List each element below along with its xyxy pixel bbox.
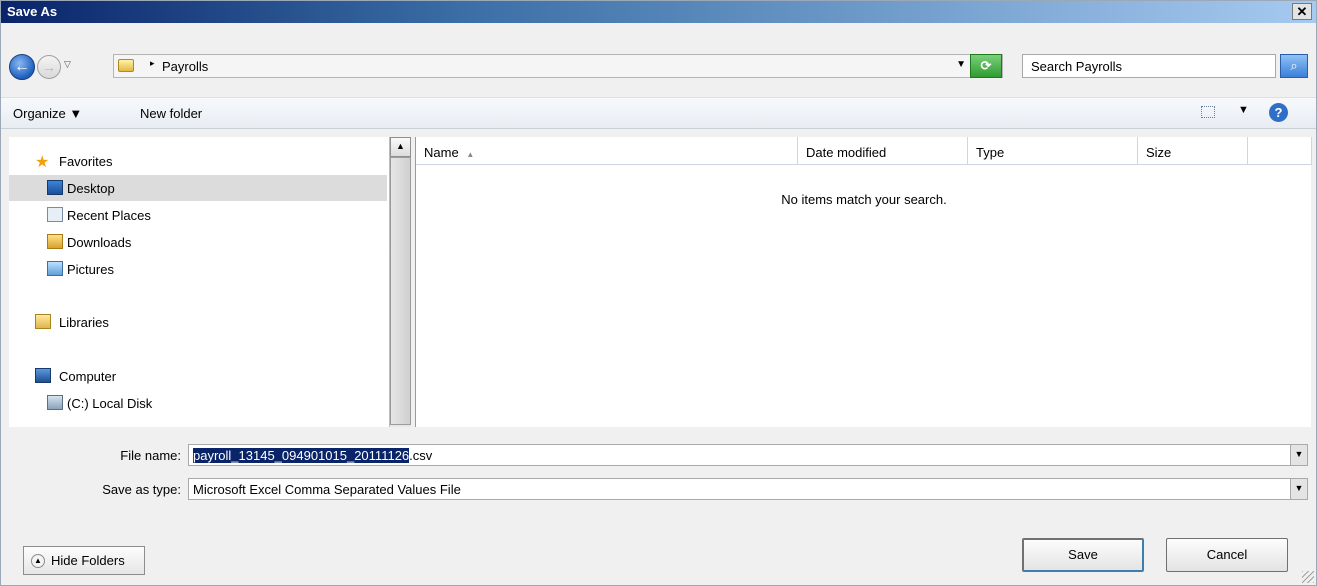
save-type-value: Microsoft Excel Comma Separated Values F…	[193, 482, 461, 497]
nav-item-libraries[interactable]: Libraries	[9, 309, 387, 335]
recent-pages-dropdown-icon[interactable]: ▽	[64, 59, 71, 70]
window-title: Save As	[7, 4, 58, 19]
local-disk-label: (C:) Local Disk	[67, 396, 153, 411]
computer-icon	[35, 368, 51, 383]
recent-places-icon	[47, 207, 63, 222]
computer-label: Computer	[59, 369, 117, 384]
close-button[interactable]: ✕	[1292, 3, 1312, 20]
search-placeholder: Search Payrolls	[1031, 59, 1123, 74]
change-view-icon[interactable]	[1201, 106, 1215, 118]
nav-item-desktop[interactable]: Desktop	[9, 175, 387, 201]
command-toolbar: Organize ▼ New folder ▼ ?	[1, 97, 1316, 129]
downloads-icon	[47, 234, 63, 249]
column-header-size[interactable]: Size	[1138, 137, 1248, 165]
organize-button[interactable]: Organize ▼	[13, 106, 82, 121]
cancel-button[interactable]: Cancel	[1166, 538, 1288, 572]
collapse-up-icon: ▲	[31, 554, 45, 568]
column-header-date-modified[interactable]: Date modified	[798, 137, 968, 165]
save-type-label: Save as type:	[102, 482, 181, 497]
column-size-label: Size	[1146, 145, 1172, 160]
save-button[interactable]: Save	[1022, 538, 1144, 572]
local-disk-icon	[47, 395, 63, 410]
sort-ascending-icon: ▲	[466, 150, 475, 159]
nav-item-label: Downloads	[67, 235, 132, 250]
libraries-label: Libraries	[59, 315, 109, 330]
save-as-dialog: Save As ✕ ← → ▽ ▸ Payrolls ▼ ⟳ Search Pa…	[0, 0, 1317, 586]
forward-button[interactable]: →	[37, 55, 61, 79]
column-type-label: Type	[976, 145, 1005, 160]
help-icon[interactable]: ?	[1269, 103, 1288, 122]
column-header-empty	[1248, 137, 1312, 165]
desktop-icon	[47, 180, 63, 195]
search-input[interactable]: Search Payrolls	[1022, 54, 1276, 78]
nav-item-computer[interactable]: Computer	[9, 363, 387, 389]
folder-icon	[118, 59, 134, 72]
column-header-name[interactable]: Name ▲	[416, 137, 798, 165]
favorites-header[interactable]: ★ Favorites	[9, 148, 387, 174]
empty-message: No items match your search.	[781, 192, 947, 207]
address-dropdown-icon[interactable]: ▼	[956, 59, 966, 70]
pictures-icon	[47, 261, 63, 276]
new-folder-button[interactable]: New folder	[140, 106, 202, 121]
file-list: Name ▲ Date modified Type Size No items …	[415, 137, 1312, 427]
navigation-scrollbar[interactable]: ▲	[389, 137, 411, 427]
nav-item-label: Pictures	[67, 262, 114, 277]
libraries-icon	[35, 314, 51, 329]
file-name-dropdown-icon[interactable]: ▼	[1290, 445, 1307, 465]
file-name-label: File name:	[120, 448, 181, 463]
column-date-label: Date modified	[806, 145, 887, 160]
favorites-label: Favorites	[59, 154, 113, 169]
scroll-up-icon[interactable]: ▲	[390, 137, 411, 157]
nav-item-local-disk[interactable]: (C:) Local Disk	[9, 390, 387, 416]
star-icon: ★	[35, 154, 50, 171]
column-name-label: Name	[424, 145, 459, 160]
breadcrumb-separator-icon[interactable]: ▸	[150, 58, 155, 69]
save-type-select[interactable]: Microsoft Excel Comma Separated Values F…	[188, 478, 1308, 500]
nav-item-recent-places[interactable]: Recent Places	[9, 202, 387, 228]
file-name-field[interactable]: payroll_13145_094901015_20111126.csv ▼	[188, 444, 1308, 466]
resize-grip-icon[interactable]	[1302, 571, 1314, 583]
title-bar: Save As ✕	[1, 1, 1316, 23]
nav-item-label: Recent Places	[67, 208, 151, 223]
file-name-selected-text: payroll_13145_094901015_20111126	[193, 448, 410, 463]
navigation-pane: ★ Favorites Desktop Recent Places Downlo…	[9, 137, 389, 427]
refresh-icon[interactable]: ⟳	[970, 54, 1002, 78]
nav-item-downloads[interactable]: Downloads	[9, 229, 387, 255]
back-button[interactable]: ←	[9, 54, 35, 80]
breadcrumb-payrolls[interactable]: Payrolls	[162, 59, 208, 74]
hide-folders-label: Hide Folders	[51, 553, 125, 568]
view-options-dropdown-icon[interactable]: ▼	[1238, 104, 1249, 116]
hide-folders-button[interactable]: ▲ Hide Folders	[23, 546, 145, 575]
file-name-extension: .csv	[409, 448, 433, 463]
address-bar[interactable]: ▸ Payrolls ▼ ⟳	[113, 54, 1003, 78]
save-type-dropdown-icon[interactable]: ▼	[1290, 479, 1307, 499]
scroll-thumb[interactable]	[390, 157, 411, 425]
nav-item-pictures[interactable]: Pictures	[9, 256, 387, 282]
search-icon[interactable]: ⌕	[1280, 54, 1308, 78]
column-header-type[interactable]: Type	[968, 137, 1138, 165]
nav-item-label: Desktop	[67, 181, 115, 196]
